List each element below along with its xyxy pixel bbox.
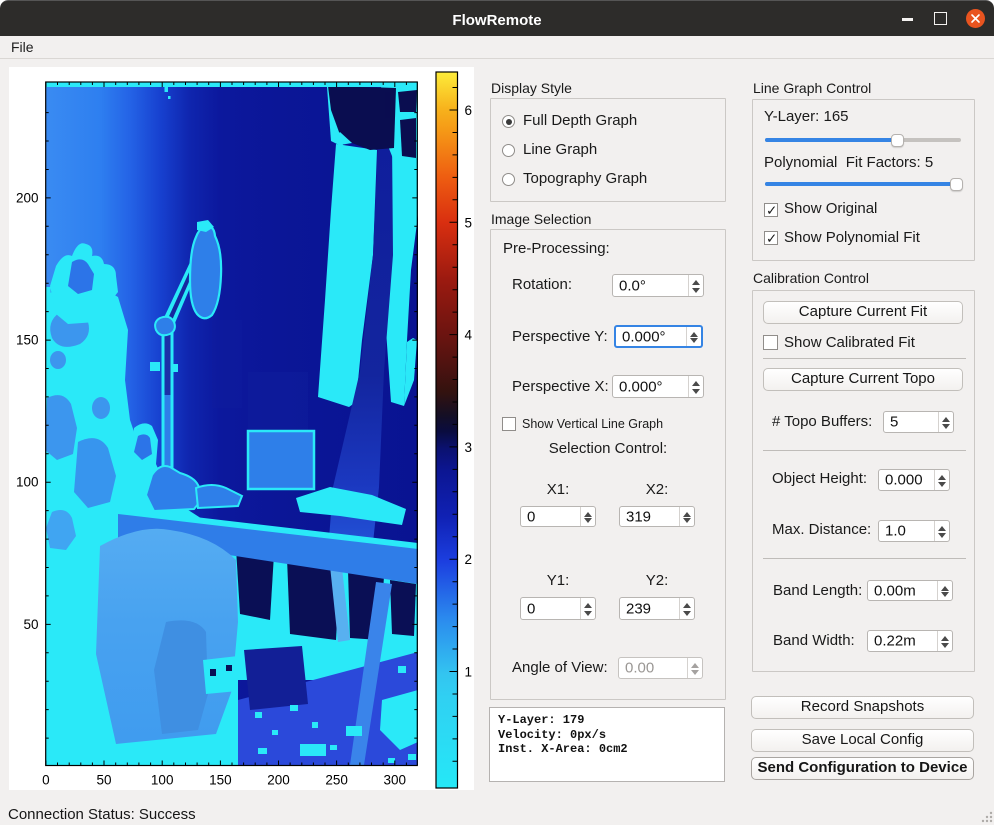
svg-text:150: 150 [209,773,232,788]
svg-text:100: 100 [151,773,174,788]
svg-text:1: 1 [465,665,473,680]
svg-text:150: 150 [16,333,39,348]
svg-text:6: 6 [465,103,473,118]
svg-text:50: 50 [23,617,38,632]
svg-text:250: 250 [325,773,348,788]
svg-text:300: 300 [384,773,407,788]
svg-text:100: 100 [16,475,39,490]
svg-text:4: 4 [465,328,473,343]
svg-text:50: 50 [96,773,111,788]
svg-text:5: 5 [465,215,473,230]
svg-text:2: 2 [465,552,473,567]
svg-text:0: 0 [42,773,50,788]
svg-text:3: 3 [465,440,473,455]
svg-text:200: 200 [16,190,39,205]
svg-text:200: 200 [267,773,290,788]
